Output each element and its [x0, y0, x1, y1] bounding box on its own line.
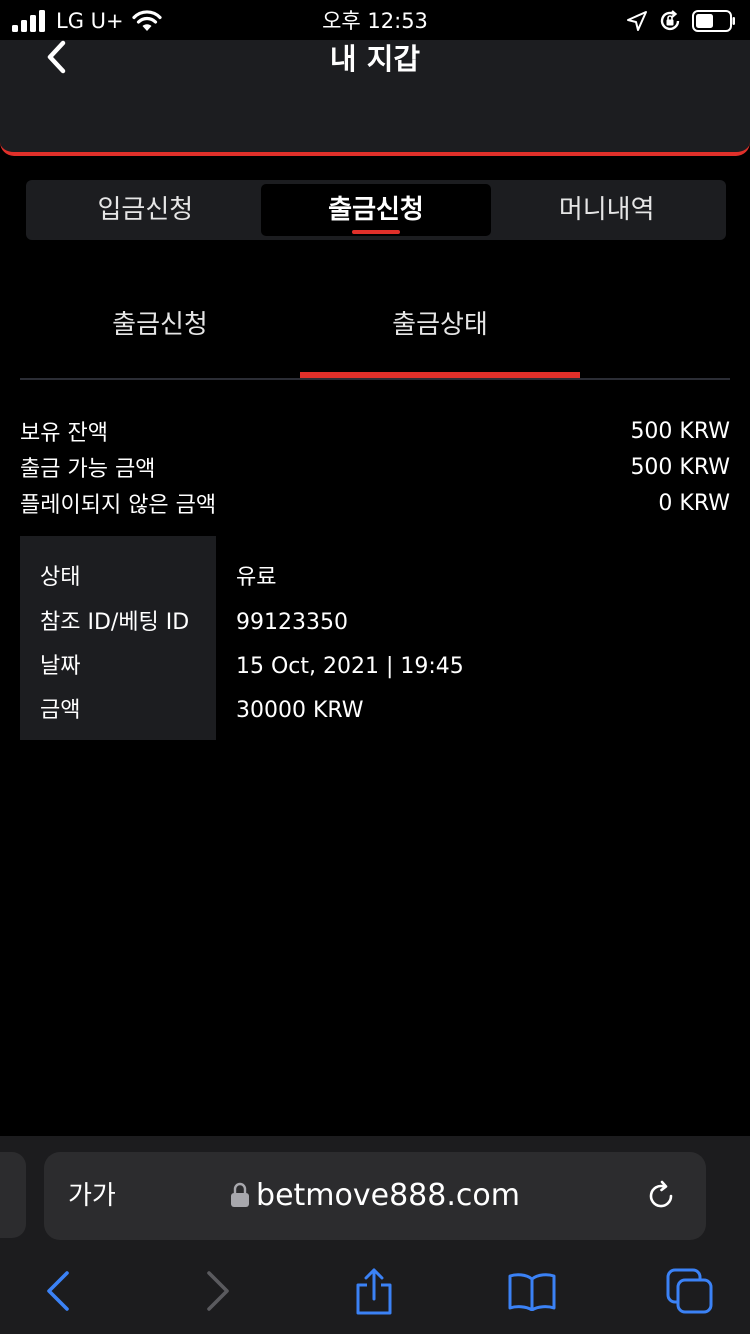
detail-value-amount: 30000 KRW	[236, 698, 364, 723]
tabs-icon	[666, 1268, 713, 1314]
location-arrow-icon	[627, 11, 647, 31]
balance-label: 출금 가능 금액	[20, 457, 156, 482]
lock-icon	[231, 1182, 250, 1207]
balance-value: 0 KRW	[658, 490, 730, 516]
reload-icon	[649, 1180, 673, 1208]
detail-value-status: 유료	[236, 565, 277, 590]
balance-row-unplayed: 플레이되지 않은 금액 0 KRW	[20, 485, 730, 521]
share-button[interactable]	[344, 1264, 404, 1318]
reload-button[interactable]	[636, 1172, 686, 1220]
balance-label: 보유 잔액	[20, 421, 108, 446]
subtab-withdraw-status[interactable]: 출금상태	[300, 300, 580, 350]
detail-label-reference-id: 참조 ID/베팅 ID	[40, 610, 190, 635]
balance-row-withdrawable: 출금 가능 금액 500 KRW	[20, 449, 730, 485]
rotation-lock-icon	[660, 10, 680, 31]
detail-value-reference-id: 99123350	[236, 610, 348, 635]
detail-label-date: 날짜	[40, 654, 81, 679]
tab-withdraw-request[interactable]: 출금신청	[260, 184, 492, 236]
balance-value: 500 KRW	[630, 418, 730, 444]
balance-value: 500 KRW	[630, 454, 730, 480]
browser-back-button[interactable]	[28, 1264, 88, 1318]
subtab-withdraw-request[interactable]: 출금신청	[20, 300, 300, 350]
share-icon	[356, 1268, 392, 1315]
chevron-right-icon	[207, 1271, 229, 1311]
wallet-tabs: 입금신청 출금신청 머니내역	[26, 180, 726, 240]
bookmarks-button[interactable]	[502, 1264, 562, 1318]
book-icon	[508, 1273, 556, 1311]
page-title: 내 지갑	[329, 42, 421, 76]
browser-forward-button[interactable]	[188, 1264, 248, 1318]
tabs-button[interactable]	[660, 1264, 720, 1318]
chevron-left-icon	[47, 1271, 69, 1311]
detail-label-amount: 금액	[40, 698, 81, 723]
detail-value-date: 15 Oct, 2021 | 19:45	[236, 654, 464, 679]
detail-label-status: 상태	[40, 565, 81, 590]
status-right	[626, 6, 736, 36]
tab-deposit-request[interactable]: 입금신청	[30, 184, 261, 236]
tab-money-history[interactable]: 머니내역	[491, 184, 722, 236]
battery-icon	[692, 10, 735, 32]
subtab-active-indicator	[300, 372, 580, 378]
subtab-divider	[20, 378, 730, 380]
balance-row-held: 보유 잔액 500 KRW	[20, 413, 730, 449]
balance-label: 플레이되지 않은 금액	[20, 493, 217, 518]
url-text: betmove888.com	[256, 1178, 520, 1213]
